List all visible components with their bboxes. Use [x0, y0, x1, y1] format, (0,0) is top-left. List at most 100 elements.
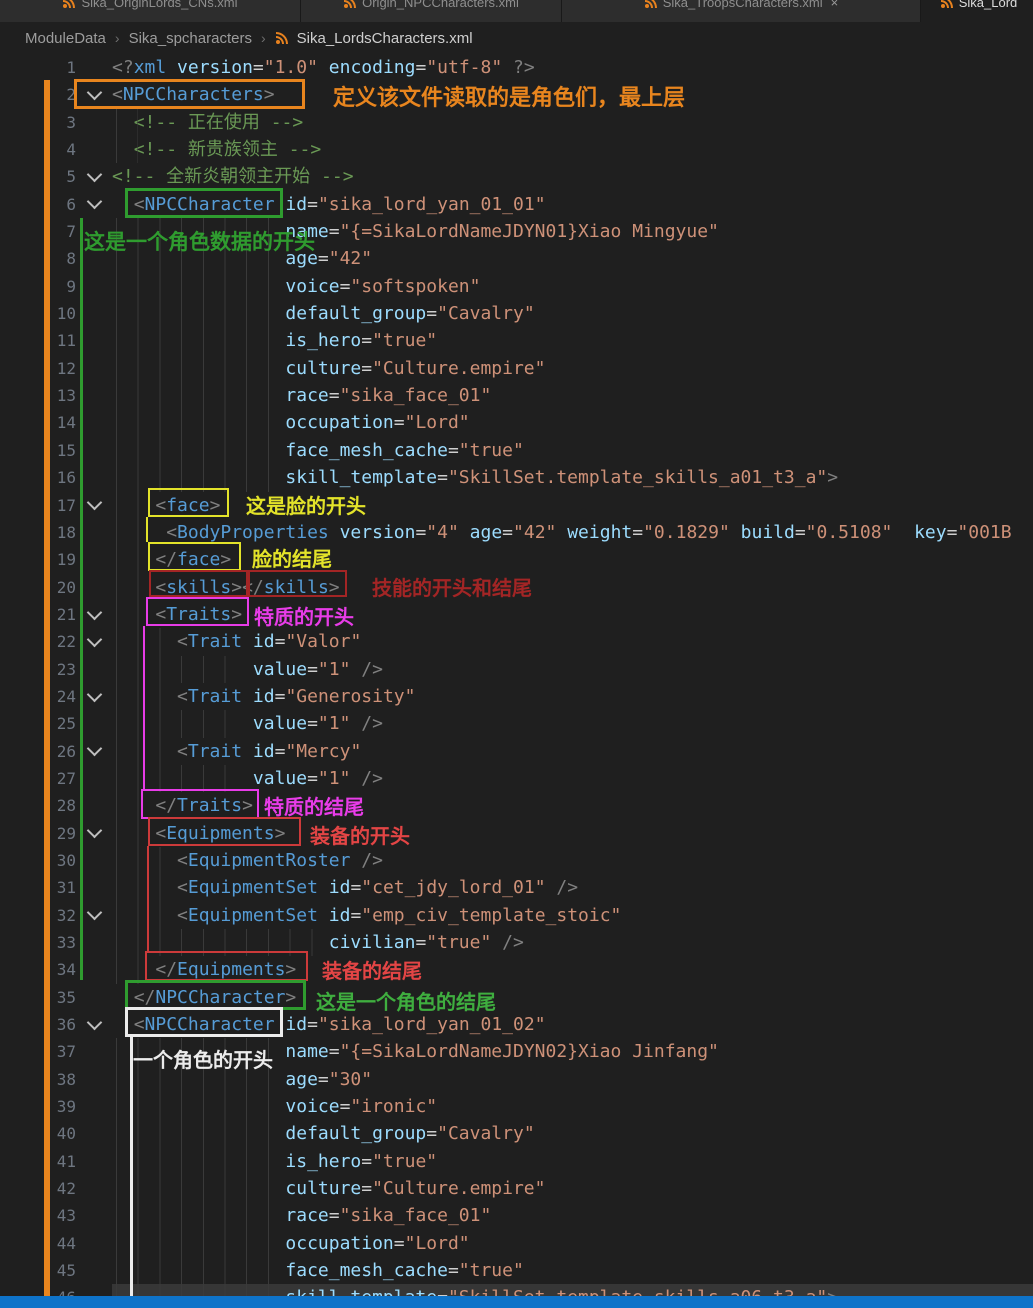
fold-chevron-icon[interactable] [76, 628, 112, 655]
code-line-10[interactable]: 10 default_group="Cavalry" [0, 300, 1033, 327]
code-line-2[interactable]: 2<NPCCharacters> [0, 81, 1033, 108]
tab-origin-npccharacters-xml[interactable]: Origin_NPCCharacters.xml [301, 0, 562, 22]
code-line-1[interactable]: 1<?xml version="1.0" encoding="utf-8" ?> [0, 54, 1033, 81]
code-line-46[interactable]: 46 skill_template="SkillSet.template_ski… [0, 1284, 1033, 1296]
code-text: voice="ironic" [112, 1093, 1033, 1120]
fold-gutter [76, 1257, 112, 1284]
fold-chevron-icon[interactable] [76, 81, 112, 108]
line-number: 21 [0, 601, 76, 628]
code-line-34[interactable]: 34 </Equipments> [0, 956, 1033, 983]
code-line-20[interactable]: 20 <skills></skills> [0, 574, 1033, 601]
code-line-26[interactable]: 26 <Trait id="Mercy" [0, 738, 1033, 765]
code-text: occupation="Lord" [112, 409, 1033, 436]
fold-chevron-icon[interactable] [76, 820, 112, 847]
code-line-19[interactable]: 19 </face> [0, 546, 1033, 573]
code-line-41[interactable]: 41 is_hero="true" [0, 1148, 1033, 1175]
tab-sika-originlords-cns-xml[interactable]: Sika_OriginLords_CNs.xml [0, 0, 301, 22]
code-text: race="sika_face_01" [112, 382, 1033, 409]
code-line-31[interactable]: 31 <EquipmentSet id="cet_jdy_lord_01" /> [0, 874, 1033, 901]
code-line-44[interactable]: 44 occupation="Lord" [0, 1230, 1033, 1257]
line-number: 19 [0, 546, 76, 573]
code-line-43[interactable]: 43 race="sika_face_01" [0, 1202, 1033, 1229]
indent-guides [116, 902, 181, 929]
breadcrumb-item-moduledata[interactable]: ModuleData [25, 30, 106, 47]
code-line-21[interactable]: 21 <Traits> [0, 601, 1033, 628]
code-editor[interactable]: 1<?xml version="1.0" encoding="utf-8" ?>… [0, 54, 1033, 1296]
fold-gutter [76, 1066, 112, 1093]
code-text: <NPCCharacters> [112, 81, 1033, 108]
code-line-15[interactable]: 15 face_mesh_cache="true" [0, 437, 1033, 464]
code-line-25[interactable]: 25 value="1" /> [0, 710, 1033, 737]
code-line-24[interactable]: 24 <Trait id="Generosity" [0, 683, 1033, 710]
code-line-11[interactable]: 11 is_hero="true" [0, 327, 1033, 354]
code-line-8[interactable]: 8 age="42" [0, 245, 1033, 272]
fold-gutter [76, 300, 112, 327]
code-line-35[interactable]: 35 </NPCCharacter> [0, 984, 1033, 1011]
code-line-42[interactable]: 42 culture="Culture.empire" [0, 1175, 1033, 1202]
status-bar [0, 1296, 1033, 1308]
code-line-4[interactable]: 4 <!-- 新贵族领主 --> [0, 136, 1033, 163]
indent-guides [116, 1257, 289, 1284]
code-text: <EquipmentSet id="emp_civ_template_stoic… [112, 902, 1033, 929]
line-number: 4 [0, 136, 76, 163]
code-text: </NPCCharacter> [112, 984, 1033, 1011]
code-line-9[interactable]: 9 voice="softspoken" [0, 273, 1033, 300]
code-line-3[interactable]: 3 <!-- 正在使用 --> [0, 109, 1033, 136]
code-line-16[interactable]: 16 skill_template="SkillSet.template_ski… [0, 464, 1033, 491]
fold-gutter [76, 765, 112, 792]
code-text: <!-- 全新炎朝领主开始 --> [112, 163, 1033, 190]
code-line-40[interactable]: 40 default_group="Cavalry" [0, 1120, 1033, 1147]
fold-chevron-icon[interactable] [76, 1011, 112, 1038]
code-line-18[interactable]: 18 <BodyProperties version="4" age="42" … [0, 519, 1033, 546]
code-line-28[interactable]: 28 </Traits> [0, 792, 1033, 819]
code-line-32[interactable]: 32 <EquipmentSet id="emp_civ_template_st… [0, 902, 1033, 929]
fold-chevron-icon[interactable] [76, 191, 112, 218]
indent-guides [116, 874, 181, 901]
line-number: 23 [0, 656, 76, 683]
code-text: <Equipments> [112, 820, 1033, 847]
code-text: <skills></skills> [112, 574, 1033, 601]
code-text: name="{=SikaLordNameJDYN02}Xiao Jinfang" [112, 1038, 1033, 1065]
breadcrumb-item-file[interactable]: Sika_LordsCharacters.xml [297, 30, 473, 47]
indent-guides [116, 382, 289, 409]
code-line-23[interactable]: 23 value="1" /> [0, 656, 1033, 683]
fold-gutter [76, 464, 112, 491]
code-line-14[interactable]: 14 occupation="Lord" [0, 409, 1033, 436]
fold-gutter [76, 1284, 112, 1296]
code-line-13[interactable]: 13 race="sika_face_01" [0, 382, 1033, 409]
fold-chevron-icon[interactable] [76, 738, 112, 765]
code-line-30[interactable]: 30 <EquipmentRoster /> [0, 847, 1033, 874]
code-line-33[interactable]: 33 civilian="true" /> [0, 929, 1033, 956]
code-line-37[interactable]: 37 name="{=SikaLordNameJDYN02}Xiao Jinfa… [0, 1038, 1033, 1065]
tab-close-icon[interactable]: × [831, 0, 839, 10]
line-number: 3 [0, 109, 76, 136]
xml-file-icon [343, 0, 356, 9]
code-text: </face> [112, 546, 1033, 573]
code-line-22[interactable]: 22 <Trait id="Valor" [0, 628, 1033, 655]
code-line-27[interactable]: 27 value="1" /> [0, 765, 1033, 792]
fold-chevron-icon[interactable] [76, 683, 112, 710]
tab-sika-troopscharacters-xml[interactable]: Sika_TroopsCharacters.xml× [562, 0, 921, 22]
code-line-5[interactable]: 5<!-- 全新炎朝领主开始 --> [0, 163, 1033, 190]
code-line-39[interactable]: 39 voice="ironic" [0, 1093, 1033, 1120]
code-line-17[interactable]: 17 <face> [0, 492, 1033, 519]
code-text: culture="Culture.empire" [112, 355, 1033, 382]
code-line-36[interactable]: 36 <NPCCharacter id="sika_lord_yan_01_02… [0, 1011, 1033, 1038]
fold-chevron-icon[interactable] [76, 492, 112, 519]
line-number: 8 [0, 245, 76, 272]
code-line-38[interactable]: 38 age="30" [0, 1066, 1033, 1093]
fold-chevron-icon[interactable] [76, 902, 112, 929]
code-line-12[interactable]: 12 culture="Culture.empire" [0, 355, 1033, 382]
code-line-45[interactable]: 45 face_mesh_cache="true" [0, 1257, 1033, 1284]
breadcrumb-item-folder[interactable]: Sika_spcharacters [129, 30, 252, 47]
code-line-7[interactable]: 7 name="{=SikaLordNameJDYN01}Xiao Mingyu… [0, 218, 1033, 245]
code-line-6[interactable]: 6 <NPCCharacter id="sika_lord_yan_01_01" [0, 191, 1033, 218]
code-line-29[interactable]: 29 <Equipments> [0, 820, 1033, 847]
line-number: 36 [0, 1011, 76, 1038]
line-number: 22 [0, 628, 76, 655]
tab-sika-lord[interactable]: Sika_Lord [921, 0, 1033, 22]
fold-chevron-icon[interactable] [76, 163, 112, 190]
fold-chevron-icon[interactable] [76, 601, 112, 628]
fold-gutter [76, 984, 112, 1011]
code-text: <EquipmentRoster /> [112, 847, 1033, 874]
